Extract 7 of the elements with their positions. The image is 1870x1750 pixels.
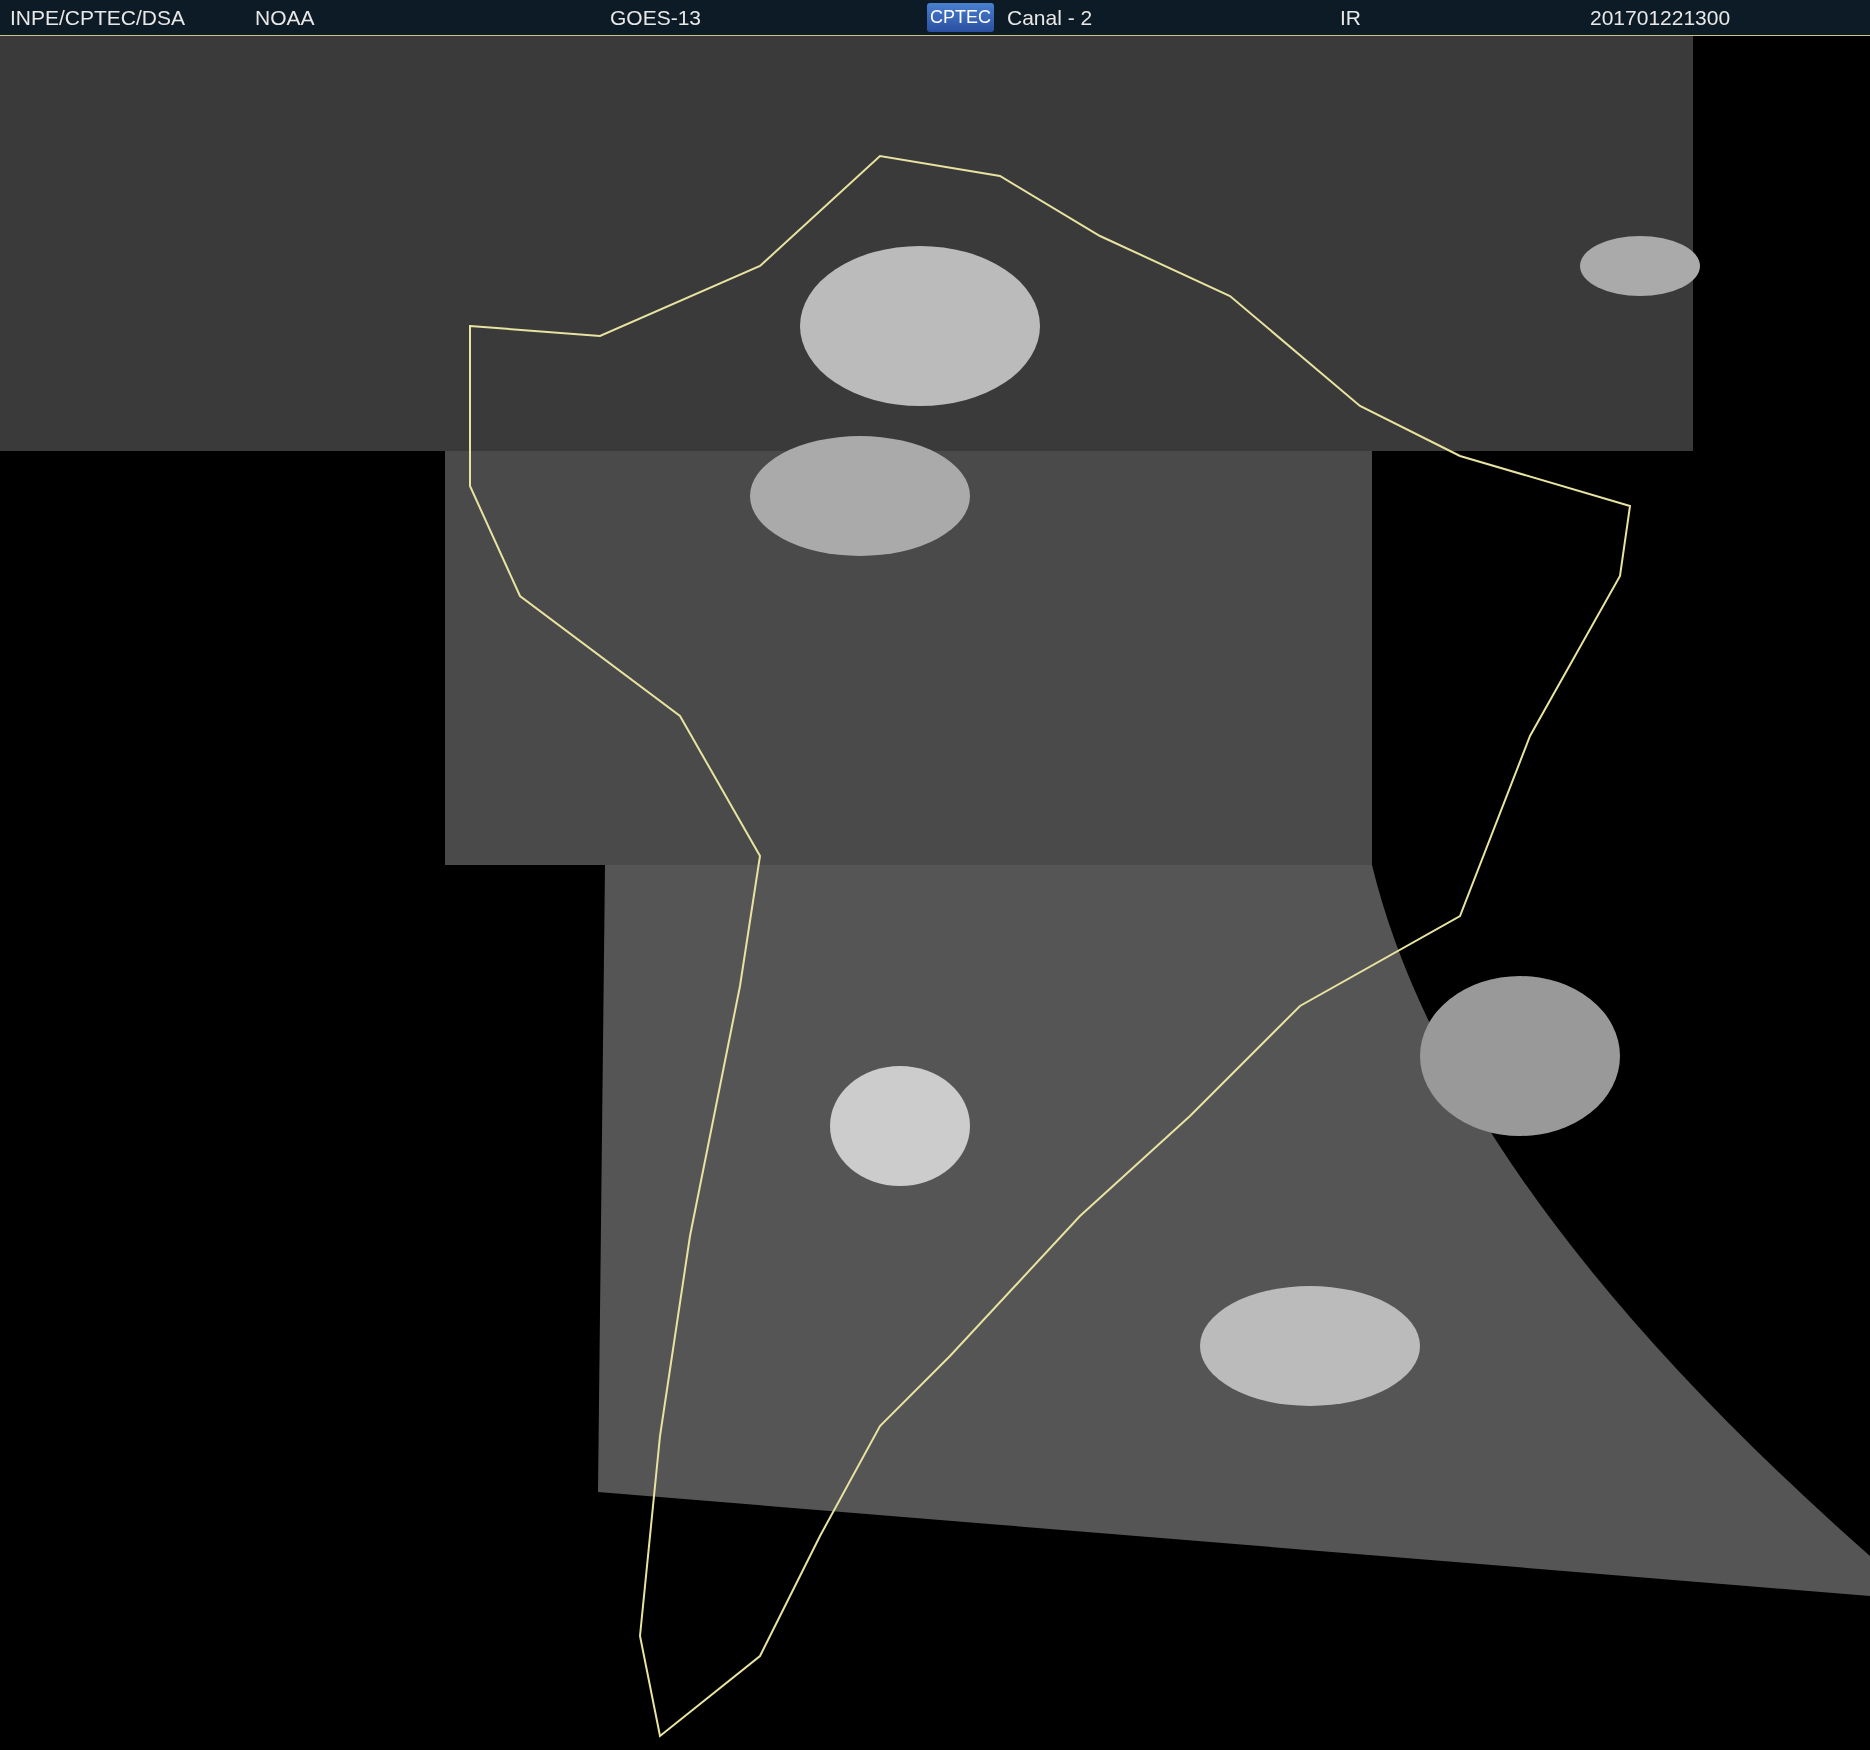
- satellite-label: GOES-13: [610, 5, 702, 30]
- channel-label: Canal - 2: [1007, 5, 1093, 30]
- agency-label: NOAA: [255, 5, 315, 30]
- source-label: INPE/CPTEC/DSA: [10, 5, 186, 30]
- timestamp-label: 201701221300: [1590, 5, 1731, 30]
- band-label: IR: [1340, 5, 1361, 30]
- logo: CPTEC: [927, 3, 994, 32]
